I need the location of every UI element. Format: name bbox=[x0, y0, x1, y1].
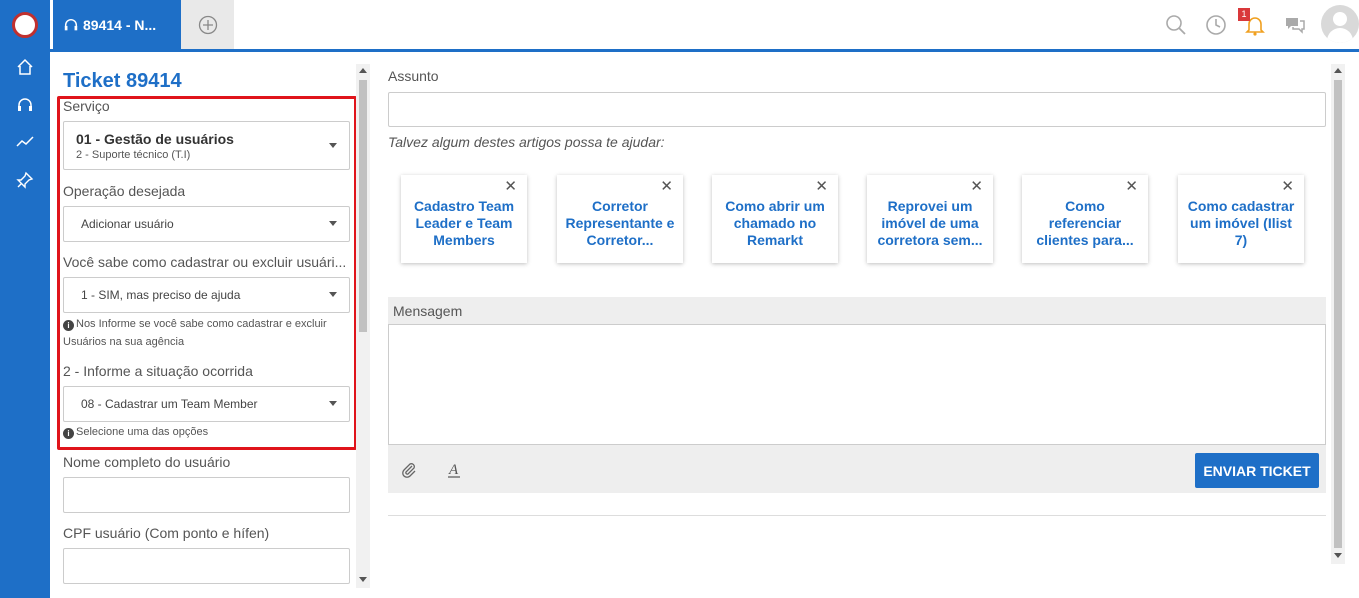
message-label: Mensagem bbox=[393, 303, 463, 319]
main-scrollbar[interactable] bbox=[1331, 64, 1345, 564]
close-icon[interactable]: ✕ bbox=[970, 179, 983, 194]
operacao-selected: Adicionar usuário bbox=[81, 217, 174, 231]
situacao-select[interactable]: 08 - Cadastrar um Team Member bbox=[63, 386, 350, 422]
trend-chart-icon[interactable] bbox=[0, 125, 50, 159]
sabe-hint-text: Nos Informe se você sabe como cadastrar … bbox=[63, 318, 327, 348]
scrollbar-thumb[interactable] bbox=[1334, 80, 1342, 548]
scroll-down-icon[interactable] bbox=[359, 577, 367, 582]
left-nav-bar bbox=[0, 0, 50, 598]
form-scrollbar[interactable] bbox=[356, 64, 370, 588]
close-icon[interactable]: ✕ bbox=[504, 179, 517, 194]
situacao-selected: 08 - Cadastrar um Team Member bbox=[81, 397, 258, 411]
article-title: Reprovei um imóvel de uma corretora sem.… bbox=[877, 197, 983, 248]
chevron-down-icon bbox=[329, 143, 337, 148]
svg-text:A: A bbox=[448, 462, 459, 478]
text-format-icon[interactable]: A bbox=[444, 460, 464, 480]
operacao-select[interactable]: Adicionar usuário bbox=[63, 206, 350, 242]
close-icon[interactable]: ✕ bbox=[815, 179, 828, 194]
tab-label: 89414 - N... bbox=[83, 16, 157, 33]
article-title: Como cadastrar um imóvel (Ilist 7) bbox=[1187, 197, 1295, 248]
article-title: Como abrir um chamado no Remarkt bbox=[725, 197, 825, 248]
info-icon: i bbox=[63, 320, 74, 331]
divider bbox=[388, 515, 1326, 516]
close-icon[interactable]: ✕ bbox=[1125, 179, 1138, 194]
pin-icon[interactable] bbox=[0, 163, 50, 197]
servico-select[interactable]: 01 - Gestão de usuários 2 - Suporte técn… bbox=[63, 121, 350, 170]
subject-label: Assunto bbox=[388, 68, 439, 84]
close-icon[interactable]: ✕ bbox=[1281, 179, 1294, 194]
send-ticket-button[interactable]: ENVIAR TICKET bbox=[1195, 453, 1319, 488]
servico-selected: 01 - Gestão de usuários bbox=[76, 130, 234, 147]
notification-badge: 1 bbox=[1238, 8, 1250, 21]
servico-category: 2 - Suporte técnico (T.I) bbox=[76, 148, 191, 161]
cpf-input[interactable] bbox=[63, 548, 350, 584]
articles-hint: Talvez algum destes artigos possa te aju… bbox=[388, 134, 665, 150]
close-icon[interactable]: ✕ bbox=[660, 179, 673, 194]
chevron-down-icon bbox=[329, 221, 337, 226]
situacao-hint: i Selecione uma das opções bbox=[63, 423, 333, 441]
cpf-label: CPF usuário (Com ponto e hífen) bbox=[63, 525, 270, 541]
nome-label: Nome completo do usuário bbox=[63, 454, 231, 470]
situacao-label: 2 - Informe a situação ocorrida bbox=[63, 363, 253, 379]
ticket-main-panel: Assunto Talvez algum destes artigos poss… bbox=[372, 52, 1359, 598]
sabe-label: Você sabe como cadastrar ou excluir usuá… bbox=[63, 254, 347, 270]
chevron-down-icon bbox=[329, 401, 337, 406]
article-card[interactable]: ✕ Como referenciar clientes para... bbox=[1022, 175, 1148, 263]
message-textarea[interactable] bbox=[388, 324, 1326, 445]
headset-icon bbox=[64, 18, 78, 30]
article-title: Corretor Representante e Corretor... bbox=[565, 197, 675, 248]
info-icon: i bbox=[63, 428, 74, 439]
ticket-form-panel: Ticket 89414 Serviço 01 - Gestão de usuá… bbox=[50, 52, 372, 598]
user-avatar[interactable] bbox=[1321, 5, 1359, 43]
article-title: Cadastro Team Leader e Team Members bbox=[413, 197, 515, 248]
article-title: Como referenciar clientes para... bbox=[1036, 197, 1134, 248]
top-bar: 89414 - N... 1 bbox=[50, 0, 1359, 52]
paperclip-icon[interactable] bbox=[399, 460, 419, 480]
servico-label: Serviço bbox=[63, 98, 110, 114]
article-card[interactable]: ✕ Como abrir um chamado no Remarkt bbox=[712, 175, 838, 263]
plus-circle-icon bbox=[198, 15, 217, 34]
chat-icon[interactable] bbox=[1282, 12, 1308, 38]
sabe-selected: 1 - SIM, mas preciso de ajuda bbox=[81, 288, 241, 302]
nome-input[interactable] bbox=[63, 477, 350, 513]
article-card[interactable]: ✕ Cadastro Team Leader e Team Members bbox=[401, 175, 527, 263]
chevron-down-icon bbox=[329, 292, 337, 297]
operacao-label: Operação desejada bbox=[63, 183, 186, 199]
article-card[interactable]: ✕ Como cadastrar um imóvel (Ilist 7) bbox=[1178, 175, 1304, 263]
article-card[interactable]: ✕ Reprovei um imóvel de uma corretora se… bbox=[867, 175, 993, 263]
article-card[interactable]: ✕ Corretor Representante e Corretor... bbox=[557, 175, 683, 263]
scrollbar-thumb[interactable] bbox=[359, 80, 367, 332]
scroll-up-icon[interactable] bbox=[1334, 68, 1342, 73]
sabe-select[interactable]: 1 - SIM, mas preciso de ajuda bbox=[63, 277, 350, 313]
add-tab-button[interactable] bbox=[181, 0, 234, 49]
message-editor: Mensagem A ENVIAR TICKET bbox=[388, 297, 1326, 493]
app-logo[interactable] bbox=[12, 12, 38, 38]
subject-input[interactable] bbox=[388, 92, 1326, 127]
clock-icon[interactable] bbox=[1203, 12, 1229, 38]
scroll-up-icon[interactable] bbox=[359, 68, 367, 73]
situacao-hint-text: Selecione uma das opções bbox=[76, 426, 209, 438]
search-icon[interactable] bbox=[1163, 12, 1189, 38]
sabe-hint: i Nos Informe se você sabe como cadastrar… bbox=[63, 315, 333, 351]
headset-icon[interactable] bbox=[0, 88, 50, 122]
ticket-title: Ticket 89414 bbox=[63, 70, 182, 92]
home-icon[interactable] bbox=[0, 50, 50, 84]
scroll-down-icon[interactable] bbox=[1334, 553, 1342, 558]
tab-ticket[interactable]: 89414 - N... bbox=[53, 0, 181, 49]
